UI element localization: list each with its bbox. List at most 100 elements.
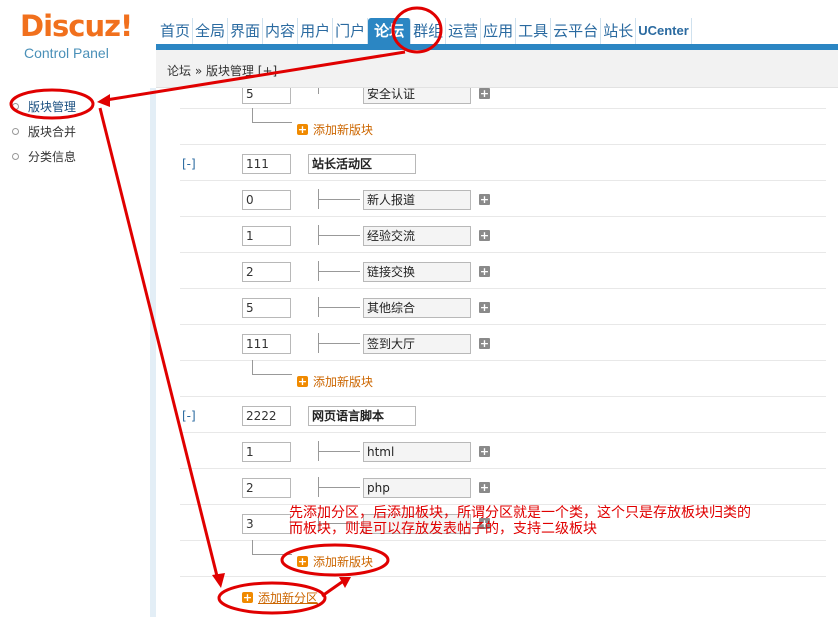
category-row: [-] 111 站长活动区 <box>180 144 826 181</box>
tree-line <box>318 271 360 272</box>
category-name-input[interactable]: 站长活动区 <box>308 154 416 174</box>
sidebar-item-thread-types[interactable]: 分类信息 <box>12 148 76 165</box>
forum-row: 5 安全认证 + <box>180 88 826 109</box>
tree-line <box>318 487 360 488</box>
board-row: 1 经验交流 + <box>180 216 826 253</box>
nav-operation[interactable]: 运营 <box>446 18 482 44</box>
nav-style[interactable]: 界面 <box>228 18 264 44</box>
add-icon: + <box>297 555 308 568</box>
order-input[interactable]: 111 <box>242 334 291 354</box>
add-board-row: + 添加新版块 <box>180 540 826 577</box>
logo-bang: ! <box>120 9 133 43</box>
board-row: 5 其他综合 + <box>180 288 826 325</box>
order-input[interactable]: 5 <box>242 298 291 318</box>
board-name-input[interactable]: php <box>363 478 471 498</box>
tree-line <box>252 122 292 123</box>
add-board-label: 添加新版块 <box>313 123 374 137</box>
order-input[interactable]: 2222 <box>242 406 291 426</box>
add-subboard-icon[interactable]: + <box>479 88 490 99</box>
order-input[interactable]: 0 <box>242 190 291 210</box>
category-name-input[interactable]: 网页语言脚本 <box>308 406 416 426</box>
nav-user[interactable]: 用户 <box>298 18 334 44</box>
tree-line <box>252 360 253 374</box>
sidebar-item-forum-manage[interactable]: 版块管理 <box>12 98 76 115</box>
add-icon: + <box>297 123 308 136</box>
add-subboard-icon[interactable]: + <box>479 446 490 457</box>
collapse-toggle[interactable]: [-] <box>182 157 196 171</box>
board-row: 0 新人报道 + <box>180 180 826 217</box>
breadcrumb-bar: 论坛 » 版块管理 [+] <box>156 50 838 88</box>
add-board-link[interactable]: + 添加新版块 <box>297 553 373 570</box>
board-row: 1 html + <box>180 432 826 469</box>
tree-line <box>252 374 292 375</box>
add-subboard-icon[interactable]: + <box>479 302 490 313</box>
board-row: 111 签到大厅 + <box>180 324 826 361</box>
add-category-row: + 添加新分区 <box>180 576 826 612</box>
top-nav: 首页 全局 界面 内容 用户 门户 论坛 群组 运营 应用 工具 云平台 站长 … <box>158 18 692 44</box>
tree-line <box>252 540 253 554</box>
sidebar-item-label: 分类信息 <box>28 150 77 164</box>
order-input[interactable]: 111 <box>242 154 291 174</box>
collapse-toggle[interactable]: [-] <box>182 409 196 423</box>
bullet-icon <box>12 103 19 110</box>
board-row: 2 php + <box>180 468 826 505</box>
order-input[interactable]: 1 <box>242 442 291 462</box>
add-subboard-icon[interactable]: + <box>479 194 490 205</box>
add-board-row: + 添加新版块 <box>180 360 826 397</box>
nav-cloud[interactable]: 云平台 <box>551 18 602 44</box>
add-subboard-icon[interactable]: + <box>479 482 490 493</box>
board-name-input[interactable]: html <box>363 442 471 462</box>
nav-home[interactable]: 首页 <box>158 18 194 44</box>
nav-apps[interactable]: 应用 <box>481 18 517 44</box>
nav-portal[interactable]: 门户 <box>333 18 369 44</box>
sidebar-item-forum-merge[interactable]: 版块合并 <box>12 123 76 140</box>
nav-content[interactable]: 内容 <box>263 18 299 44</box>
board-name-input[interactable]: 经验交流 <box>363 226 471 246</box>
nav-tools[interactable]: 工具 <box>516 18 552 44</box>
sidebar: 版块管理 版块合并 分类信息 <box>0 88 150 617</box>
order-input[interactable]: 2 <box>242 262 291 282</box>
add-category-link[interactable]: + 添加新分区 <box>242 589 318 606</box>
bullet-icon <box>12 153 19 160</box>
add-category-label: 添加新分区 <box>258 591 319 605</box>
nav-forum[interactable]: 论坛 <box>368 18 412 44</box>
add-subboard-icon[interactable]: + <box>479 230 490 241</box>
order-input[interactable]: 5 <box>242 88 291 104</box>
nav-group[interactable]: 群组 <box>411 18 447 44</box>
board-name-input[interactable]: 新人报道 <box>363 190 471 210</box>
tree-line <box>252 554 292 555</box>
order-input[interactable]: 3 <box>242 514 291 534</box>
sidebar-item-label: 版块合并 <box>28 125 77 139</box>
board-name-input[interactable]: 其他综合 <box>363 298 471 318</box>
board-row: 2 链接交换 + <box>180 252 826 289</box>
tree-line <box>318 307 360 308</box>
order-input[interactable]: 1 <box>242 226 291 246</box>
add-subboard-icon[interactable]: + <box>479 338 490 349</box>
category-row: [-] 2222 网页语言脚本 <box>180 396 826 433</box>
add-board-label: 添加新版块 <box>313 555 374 569</box>
add-icon: + <box>242 591 253 604</box>
tree-line <box>318 235 360 236</box>
add-board-row: + 添加新版块 <box>180 108 826 145</box>
add-board-link[interactable]: + 添加新版块 <box>297 121 373 138</box>
annotation-text: 先添加分区，后添加板块，所谓分区就是一个类，这个只是存放板块归类的 而板块，则是… <box>289 505 829 537</box>
tree-line <box>318 343 360 344</box>
board-name-input[interactable]: 安全认证 <box>363 88 471 104</box>
board-name-input[interactable]: 签到大厅 <box>363 334 471 354</box>
nav-global[interactable]: 全局 <box>193 18 229 44</box>
nav-ucenter[interactable]: UCenter <box>636 18 692 44</box>
logo-subtitle: Control Panel <box>24 45 109 61</box>
order-input[interactable]: 2 <box>242 478 291 498</box>
logo: Discuz! <box>20 9 133 43</box>
nav-admin[interactable]: 站长 <box>601 18 637 44</box>
add-icon: + <box>297 375 308 388</box>
add-board-label: 添加新版块 <box>313 375 374 389</box>
annotation-line-1: 先添加分区，后添加板块，所谓分区就是一个类，这个只是存放板块归类的 <box>289 505 751 521</box>
annotation-line-2: 而板块，则是可以存放发表帖子的，支持二级板块 <box>289 521 597 537</box>
sidebar-divider <box>150 88 156 617</box>
tree-line <box>318 199 360 200</box>
add-board-link[interactable]: + 添加新版块 <box>297 373 373 390</box>
board-name-input[interactable]: 链接交换 <box>363 262 471 282</box>
add-subboard-icon[interactable]: + <box>479 266 490 277</box>
bullet-icon <box>12 128 19 135</box>
